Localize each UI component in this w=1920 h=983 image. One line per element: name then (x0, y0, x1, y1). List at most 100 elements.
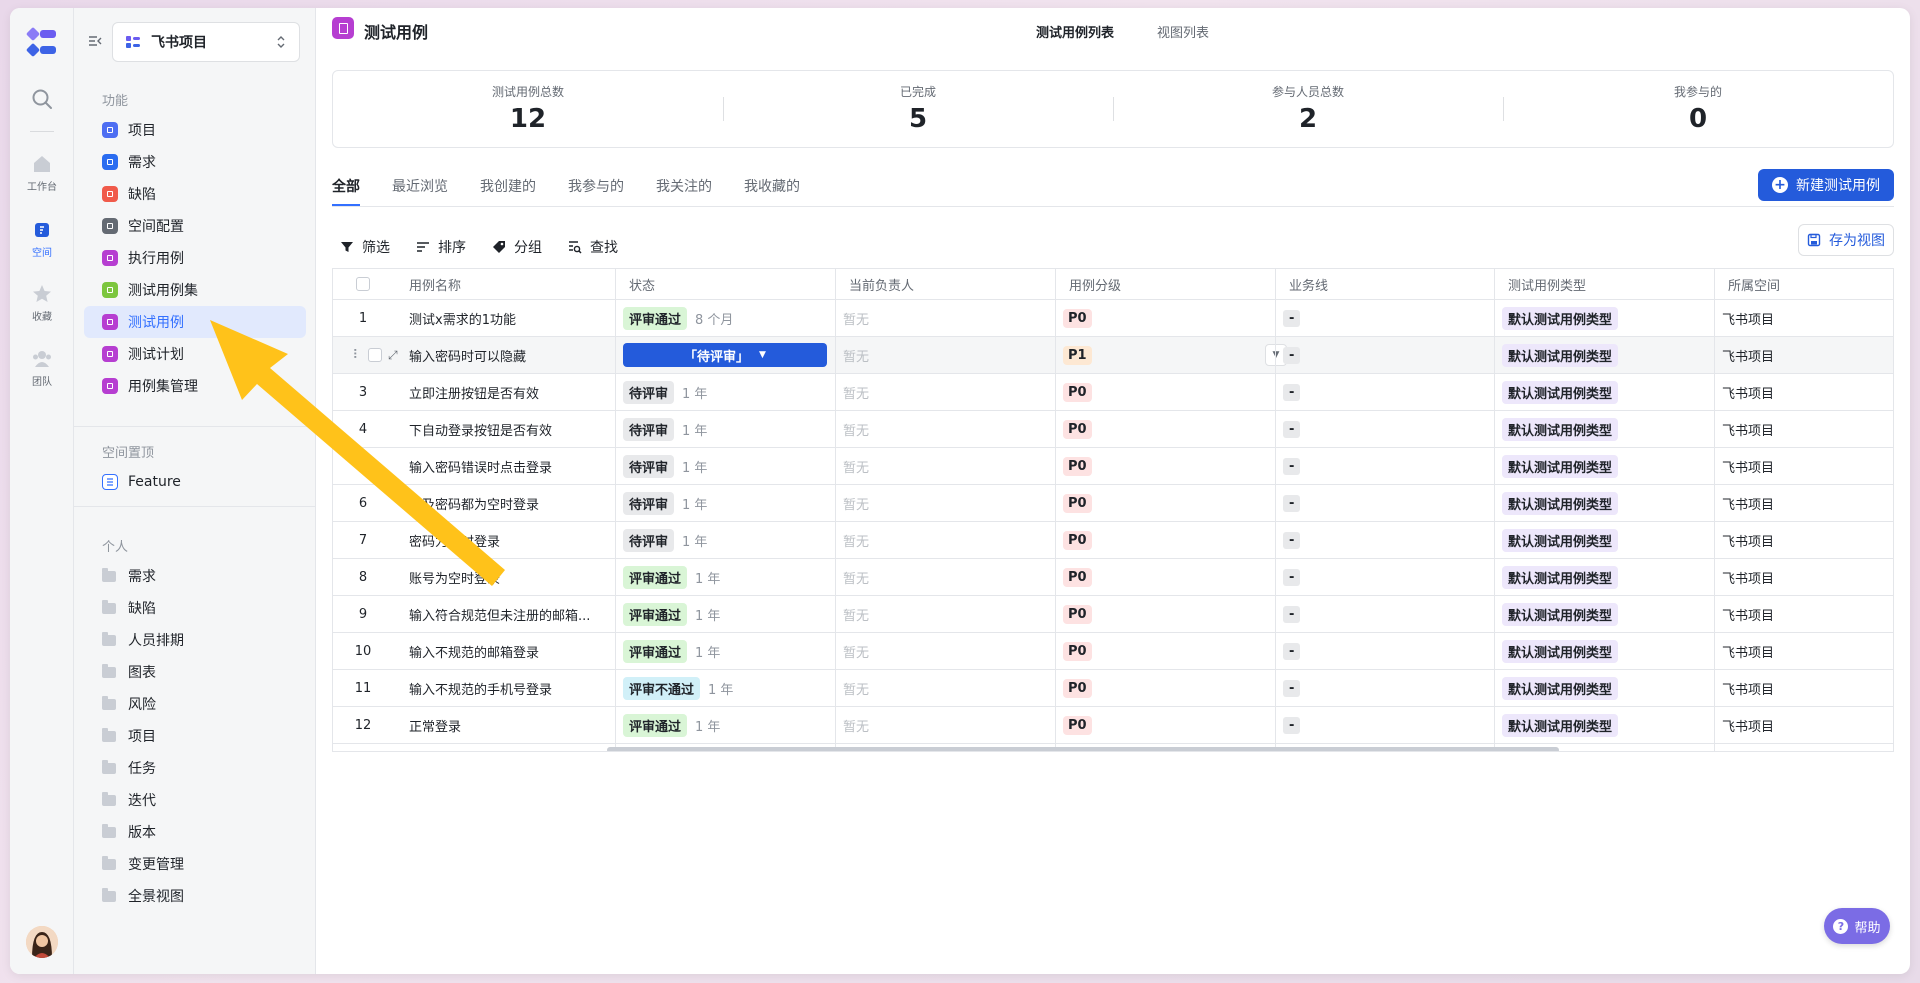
level-cell[interactable]: P1 (1063, 337, 1273, 373)
case-name[interactable]: 输入密码错误时点击登录 (409, 448, 609, 484)
status-cell[interactable]: 「待评审」 ▼ (623, 337, 833, 373)
type-cell[interactable]: 默认测试用例类型 (1502, 522, 1619, 558)
type-cell[interactable]: 默认测试用例类型 (1502, 374, 1619, 410)
sidebar-item-personal-7[interactable]: 迭代 (84, 784, 306, 816)
case-name[interactable]: 输入符合规范但未注册的邮箱... (409, 596, 609, 632)
level-cell[interactable]: P0 (1063, 485, 1273, 521)
owner-cell[interactable]: 暂无 (843, 559, 869, 595)
tab-test-case-list[interactable]: 测试用例列表 (1036, 22, 1114, 41)
rail-item-favorites[interactable]: 收藏 (10, 283, 74, 324)
business-line-cell[interactable]: - (1283, 707, 1301, 743)
owner-cell[interactable]: 暂无 (843, 670, 869, 706)
row-checkbox[interactable] (367, 348, 382, 362)
rail-item-team[interactable]: 团队 (10, 348, 74, 389)
case-name[interactable]: 密码为空时登录 (409, 522, 609, 558)
status-cell[interactable]: 待评审 1 年 (623, 448, 833, 484)
owner-cell[interactable]: 暂无 (843, 633, 869, 669)
level-cell[interactable]: P0 (1063, 633, 1273, 669)
status-cell[interactable]: 待评审 1 年 (623, 411, 833, 447)
level-cell[interactable]: P0 (1063, 707, 1273, 743)
table-row[interactable]: ⠇ ⤢ 输入密码时可以隐藏 「待评审」 ▼ 暂无 P1 ▼ - 默认测试用例类型 飞书项目 (333, 337, 1893, 374)
sidebar-item-feature-0[interactable]: 项目 (84, 114, 306, 146)
help-button[interactable]: ? 帮助 (1824, 908, 1890, 944)
owner-cell[interactable]: 暂无 (843, 374, 869, 410)
level-cell[interactable]: P0 (1063, 559, 1273, 595)
level-cell[interactable]: P0 (1063, 411, 1273, 447)
status-cell[interactable]: 评审通过 1 年 (623, 633, 833, 669)
level-cell[interactable]: P0 (1063, 522, 1273, 558)
table-row[interactable]: 1 测试x需求的1功能 评审通过 8 个月 暂无 P0 - 默认测试用例类型 飞书项目 (333, 300, 1893, 337)
tab-created[interactable]: 我创建的 (480, 176, 536, 206)
expand-icon[interactable]: ⤢ (388, 348, 398, 363)
sidebar-item-personal-4[interactable]: 风险 (84, 688, 306, 720)
sidebar-item-personal-10[interactable]: 全景视图 (84, 880, 306, 912)
space-cell[interactable]: 飞书项目 (1722, 670, 1774, 706)
type-cell[interactable]: 默认测试用例类型 (1502, 300, 1619, 336)
case-name[interactable]: 账号为空时登录 (409, 559, 609, 595)
save-view-button[interactable]: 存为视图 (1798, 224, 1894, 256)
space-cell[interactable]: 飞书项目 (1722, 596, 1774, 632)
tab-following[interactable]: 我关注的 (656, 176, 712, 206)
user-avatar[interactable] (26, 926, 58, 958)
sidebar-item-feature-7[interactable]: 测试计划 (84, 338, 306, 370)
sidebar-item-feature-3[interactable]: 空间配置 (84, 210, 306, 242)
owner-cell[interactable]: 暂无 (843, 411, 869, 447)
case-name[interactable]: 号及密码都为空时登录 (409, 485, 609, 521)
sidebar-item-personal-8[interactable]: 版本 (84, 816, 306, 848)
business-line-cell[interactable]: - (1283, 374, 1301, 410)
project-selector[interactable]: 飞书项目 (112, 22, 300, 62)
business-line-cell[interactable]: - (1283, 522, 1301, 558)
level-cell[interactable]: P0 (1063, 670, 1273, 706)
table-row[interactable]: 12 正常登录 评审通过 1 年 暂无 P0 - 默认测试用例类型 飞书项目 (333, 707, 1893, 744)
case-name[interactable]: 输入不规范的手机号登录 (409, 670, 609, 706)
table-row[interactable]: 7 密码为空时登录 待评审 1 年 暂无 P0 - 默认测试用例类型 飞书项目 (333, 522, 1893, 559)
tab-recent[interactable]: 最近浏览 (392, 176, 448, 206)
column-header-type[interactable]: 测试用例类型 (1508, 269, 1586, 299)
status-cell[interactable]: 评审通过 1 年 (623, 707, 833, 743)
tab-participated[interactable]: 我参与的 (568, 176, 624, 206)
table-row[interactable]: 8 账号为空时登录 评审通过 1 年 暂无 P0 - 默认测试用例类型 飞书项目 (333, 559, 1893, 596)
type-cell[interactable]: 默认测试用例类型 (1502, 559, 1619, 595)
column-header-owner[interactable]: 当前负责人 (849, 269, 914, 299)
status-cell[interactable]: 待评审 1 年 (623, 522, 833, 558)
business-line-cell[interactable]: - (1283, 448, 1301, 484)
rail-item-workbench[interactable]: 工作台 (10, 153, 74, 194)
case-name[interactable]: 输入不规范的邮箱登录 (409, 633, 609, 669)
status-cell[interactable]: 评审通过 8 个月 (623, 300, 833, 336)
status-cell[interactable]: 评审通过 1 年 (623, 596, 833, 632)
sidebar-item-feature-8[interactable]: 用例集管理 (84, 370, 306, 402)
type-cell[interactable]: 默认测试用例类型 (1502, 448, 1619, 484)
sidebar-item-personal-2[interactable]: 人员排期 (84, 624, 306, 656)
type-cell[interactable]: 默认测试用例类型 (1502, 707, 1619, 743)
owner-cell[interactable]: 暂无 (843, 485, 869, 521)
case-name[interactable]: 测试x需求的1功能 (409, 300, 609, 336)
sidebar-item-feature-2[interactable]: 缺陷 (84, 178, 306, 210)
type-cell[interactable]: 默认测试用例类型 (1502, 485, 1619, 521)
business-line-cell[interactable]: - (1283, 633, 1301, 669)
table-row[interactable]: 输入密码错误时点击登录 待评审 1 年 暂无 P0 - 默认测试用例类型 飞书项目 (333, 448, 1893, 485)
app-logo-icon[interactable] (26, 27, 58, 57)
case-name[interactable]: 立即注册按钮是否有效 (409, 374, 609, 410)
business-line-cell[interactable]: - (1283, 300, 1301, 336)
case-name[interactable]: 输入密码时可以隐藏 (409, 337, 609, 373)
new-test-case-button[interactable]: + 新建测试用例 (1758, 169, 1894, 201)
sidebar-item-personal-0[interactable]: 需求 (84, 560, 306, 592)
business-line-cell[interactable]: - (1283, 337, 1301, 373)
space-cell[interactable]: 飞书项目 (1722, 337, 1774, 373)
level-cell[interactable]: P0 (1063, 300, 1273, 336)
group-button[interactable]: 分组 (492, 237, 542, 257)
collapse-sidebar-icon[interactable] (87, 33, 103, 49)
business-line-cell[interactable]: - (1283, 559, 1301, 595)
table-row[interactable]: 9 输入符合规范但未注册的邮箱... 评审通过 1 年 暂无 P0 - 默认测试用例类型 飞书项… (333, 596, 1893, 633)
status-cell[interactable]: 评审不通过 1 年 (623, 670, 833, 706)
tab-all[interactable]: 全部 (332, 176, 360, 206)
table-row[interactable]: 10 输入不规范的邮箱登录 评审通过 1 年 暂无 P0 - 默认测试用例类型 飞书项目 (333, 633, 1893, 670)
business-line-cell[interactable]: - (1283, 411, 1301, 447)
status-dropdown[interactable]: 「待评审」 ▼ (623, 343, 827, 367)
table-row[interactable]: 3 立即注册按钮是否有效 待评审 1 年 暂无 P0 - 默认测试用例类型 飞书项目 (333, 374, 1893, 411)
owner-cell[interactable]: 暂无 (843, 448, 869, 484)
column-header-status[interactable]: 状态 (629, 269, 655, 299)
space-cell[interactable]: 飞书项目 (1722, 374, 1774, 410)
sidebar-item-personal-6[interactable]: 任务 (84, 752, 306, 784)
business-line-cell[interactable]: - (1283, 485, 1301, 521)
